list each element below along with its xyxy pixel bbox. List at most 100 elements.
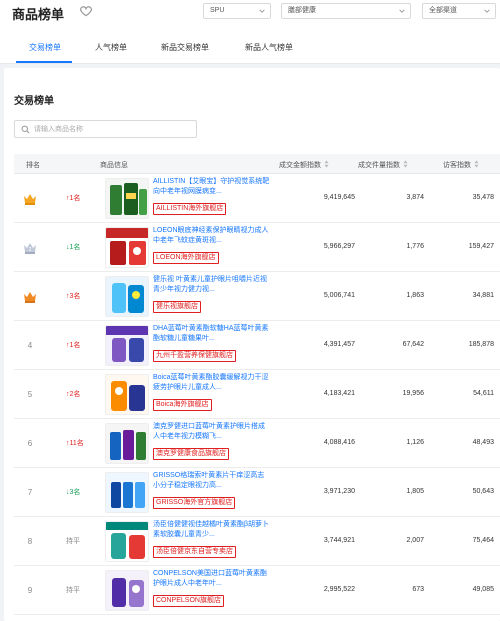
chevron-down-icon (259, 9, 265, 13)
volume-index-value: 1,863 (406, 292, 424, 299)
table-row[interactable]: ↑3名 健乐视 叶黄素儿童护眼片咀嚼片近视青少年视力健力视... 健乐视旗舰店 … (14, 272, 500, 321)
search-input[interactable] (34, 123, 184, 135)
header-volume-label: 成交件量指数 (358, 162, 400, 169)
gmv-index-value: 5,006,741 (323, 292, 355, 299)
shop-tag[interactable]: AILLISTIN海外旗舰店 (153, 203, 227, 215)
volume-index-value: 2,007 (406, 537, 424, 544)
table-row[interactable]: 5 ↑2名 Boica蓝莓叶黄素酯胶囊缓解视力干涩疲劳护眼片儿童成人... Bo… (14, 370, 500, 419)
volume-index-value: 3,874 (406, 194, 424, 201)
product-name-link[interactable]: CONPELSON美国进口蓝莓叶黄素酯护眼片成人中老年叶... (153, 569, 271, 589)
product-image[interactable] (105, 570, 149, 611)
chevron-down-icon (484, 9, 490, 13)
product-image[interactable] (105, 227, 149, 268)
product-image[interactable] (105, 521, 149, 562)
volume-index-value: 67,642 (402, 341, 424, 348)
header-volume-index[interactable]: 成交件量指数 (358, 160, 408, 170)
product-image[interactable] (105, 374, 149, 415)
volume-index-value: 1,126 (406, 439, 424, 446)
volume-index-value: 19,956 (402, 390, 424, 397)
product-name-link[interactable]: AILLISTIN【艾眼宝】守护视觉系统靶向中老年视网膜病变... (153, 177, 271, 197)
gmv-index-value: 4,183,421 (323, 390, 355, 397)
shop-tag[interactable]: 健乐视旗舰店 (153, 301, 201, 313)
product-image[interactable] (105, 472, 149, 513)
shop-tag[interactable]: 汤臣倍健京东自营专卖店 (153, 546, 236, 558)
silver-crown-icon: 2 (23, 241, 37, 255)
gmv-index-value: 5,966,297 (323, 243, 355, 250)
volume-index-value: 1,805 (406, 488, 424, 495)
table-row[interactable]: 7 ↓3名 GRISSO格瑞索叶黄素片干痒涩高志小分子稳定眼视力高... GRI… (14, 468, 500, 517)
active-tab-indicator (16, 61, 72, 63)
gmv-index-value: 4,391,457 (323, 341, 355, 348)
product-name-link[interactable]: GRISSO格瑞索叶黄素片干痒涩高志小分子稳定眼视力高... (153, 471, 271, 491)
channel-select-value: 全部渠道 (429, 7, 457, 14)
ranking-panel: 交易榜单 排名 商品信息 成交金额指数 成交件量指数 访客指数 ↑1名 AILL… (4, 68, 500, 621)
ranking-tabs: 交易榜单 人气榜单 新品交易榜单 新品人气榜单 (0, 26, 500, 64)
product-name-link[interactable]: 澳克罗健进口蓝莓叶黄素护眼片搭成人中老年视力模糊飞... (153, 422, 271, 442)
table-row[interactable]: 9 持平 CONPELSON美国进口蓝莓叶黄素酯护眼片成人中老年叶... CON… (14, 566, 500, 615)
tab-new-trade-ranking[interactable]: 新品交易榜单 (161, 42, 209, 53)
tab-popularity-ranking[interactable]: 人气榜单 (95, 42, 127, 53)
sort-icon (403, 160, 408, 168)
product-name-link[interactable]: LOEON眼底神经素保护眼睛视力成人中老年飞蚊症黄斑视... (153, 226, 271, 246)
rank-change: 持平 (66, 587, 80, 594)
top-bar: 商品榜单 SPU 膳部健康 全部渠道 (0, 0, 500, 26)
header-visitor-index[interactable]: 访客指数 (443, 160, 479, 170)
rank-number: 6 (27, 439, 33, 448)
table-row[interactable]: 8 持平 汤臣倍健健视佳越橘叶黄素酯β胡萝卜素软胶囊儿童青少... 汤臣倍健京东… (14, 517, 500, 566)
header-gmv-index[interactable]: 成交金额指数 (279, 160, 329, 170)
page-title: 商品榜单 (12, 7, 65, 22)
product-image[interactable] (105, 178, 149, 219)
visitor-index-value: 35,478 (472, 194, 494, 201)
shop-tag[interactable]: 澳克罗健康食品旗舰店 (153, 448, 229, 460)
rank-change: ↑3名 (66, 293, 81, 300)
rank-number: 8 (27, 537, 33, 546)
visitor-index-value: 185,878 (468, 341, 494, 348)
rank-change: ↑2名 (66, 391, 81, 398)
gold-crown-icon (23, 192, 37, 206)
chevron-down-icon (399, 9, 405, 13)
shop-tag[interactable]: 九州千盈营养保健旗舰店 (153, 350, 236, 362)
table-row[interactable]: ↑1名 AILLISTIN【艾眼宝】守护视觉系统靶向中老年视网膜病变... AI… (14, 174, 500, 223)
gmv-index-value: 3,744,921 (323, 537, 355, 544)
product-name-link[interactable]: 汤臣倍健健视佳越橘叶黄素酯β胡萝卜素软胶囊儿童青少... (153, 520, 271, 540)
rank-number: 9 (27, 586, 33, 595)
shop-tag[interactable]: LOEON海外旗舰店 (153, 252, 219, 264)
table-row[interactable]: 2 ↓1名 LOEON眼底神经素保护眼睛视力成人中老年飞蚊症黄斑视... LOE… (14, 223, 500, 272)
heart-icon[interactable] (79, 4, 93, 18)
visitor-index-value: 48,493 (472, 439, 494, 446)
shop-tag[interactable]: Boica海外旗舰店 (153, 399, 212, 411)
product-image[interactable] (105, 276, 149, 317)
rank-change: ↓3名 (66, 489, 81, 496)
visitor-index-value: 54,611 (473, 390, 494, 397)
spu-select[interactable]: SPU (203, 3, 271, 19)
visitor-index-value: 50,643 (472, 488, 494, 495)
table-row[interactable]: 4 ↑1名 DHA蓝莓叶黄素酯软糖HA蓝莓叶黄素酯软糖儿童糖果叶... 九州千盈… (14, 321, 500, 370)
visitor-index-value: 34,881 (472, 292, 494, 299)
rank-change: 持平 (66, 538, 80, 545)
section-title: 交易榜单 (14, 96, 54, 107)
bronze-crown-icon (23, 290, 37, 304)
tab-trade-ranking[interactable]: 交易榜单 (29, 42, 61, 53)
shop-tag[interactable]: GRISSO海外官方旗舰店 (153, 497, 236, 509)
sort-icon (324, 160, 329, 168)
product-image[interactable] (105, 325, 149, 366)
product-name-link[interactable]: Boica蓝莓叶黄素酯胶囊缓解视力干涩疲劳护眼片儿童成人... (153, 373, 271, 393)
rank-number: 2 (29, 247, 32, 253)
volume-index-value: 673 (412, 586, 424, 593)
visitor-index-value: 75,464 (472, 537, 494, 544)
product-image[interactable] (105, 423, 149, 464)
category-select[interactable]: 膳部健康 (281, 3, 411, 19)
rank-change: ↓1名 (66, 244, 81, 251)
header-rank: 排名 (26, 162, 40, 169)
sort-icon (474, 160, 479, 168)
table-row[interactable]: 6 ↑11名 澳克罗健进口蓝莓叶黄素护眼片搭成人中老年视力模糊飞... 澳克罗健… (14, 419, 500, 468)
rank-change: ↑11名 (66, 440, 84, 447)
gmv-index-value: 9,419,645 (323, 194, 355, 201)
channel-select[interactable]: 全部渠道 (422, 3, 496, 19)
tab-new-popularity-ranking[interactable]: 新品人气榜单 (245, 42, 293, 53)
product-name-link[interactable]: DHA蓝莓叶黄素酯软糖HA蓝莓叶黄素酯软糖儿童糖果叶... (153, 324, 271, 344)
table-header: 排名 商品信息 成交金额指数 成交件量指数 访客指数 (14, 154, 500, 174)
spu-select-value: SPU (210, 7, 225, 14)
product-name-link[interactable]: 健乐视 叶黄素儿童护眼片咀嚼片近视青少年视力健力视... (153, 275, 271, 295)
shop-tag[interactable]: CONPELSON旗舰店 (153, 595, 224, 607)
